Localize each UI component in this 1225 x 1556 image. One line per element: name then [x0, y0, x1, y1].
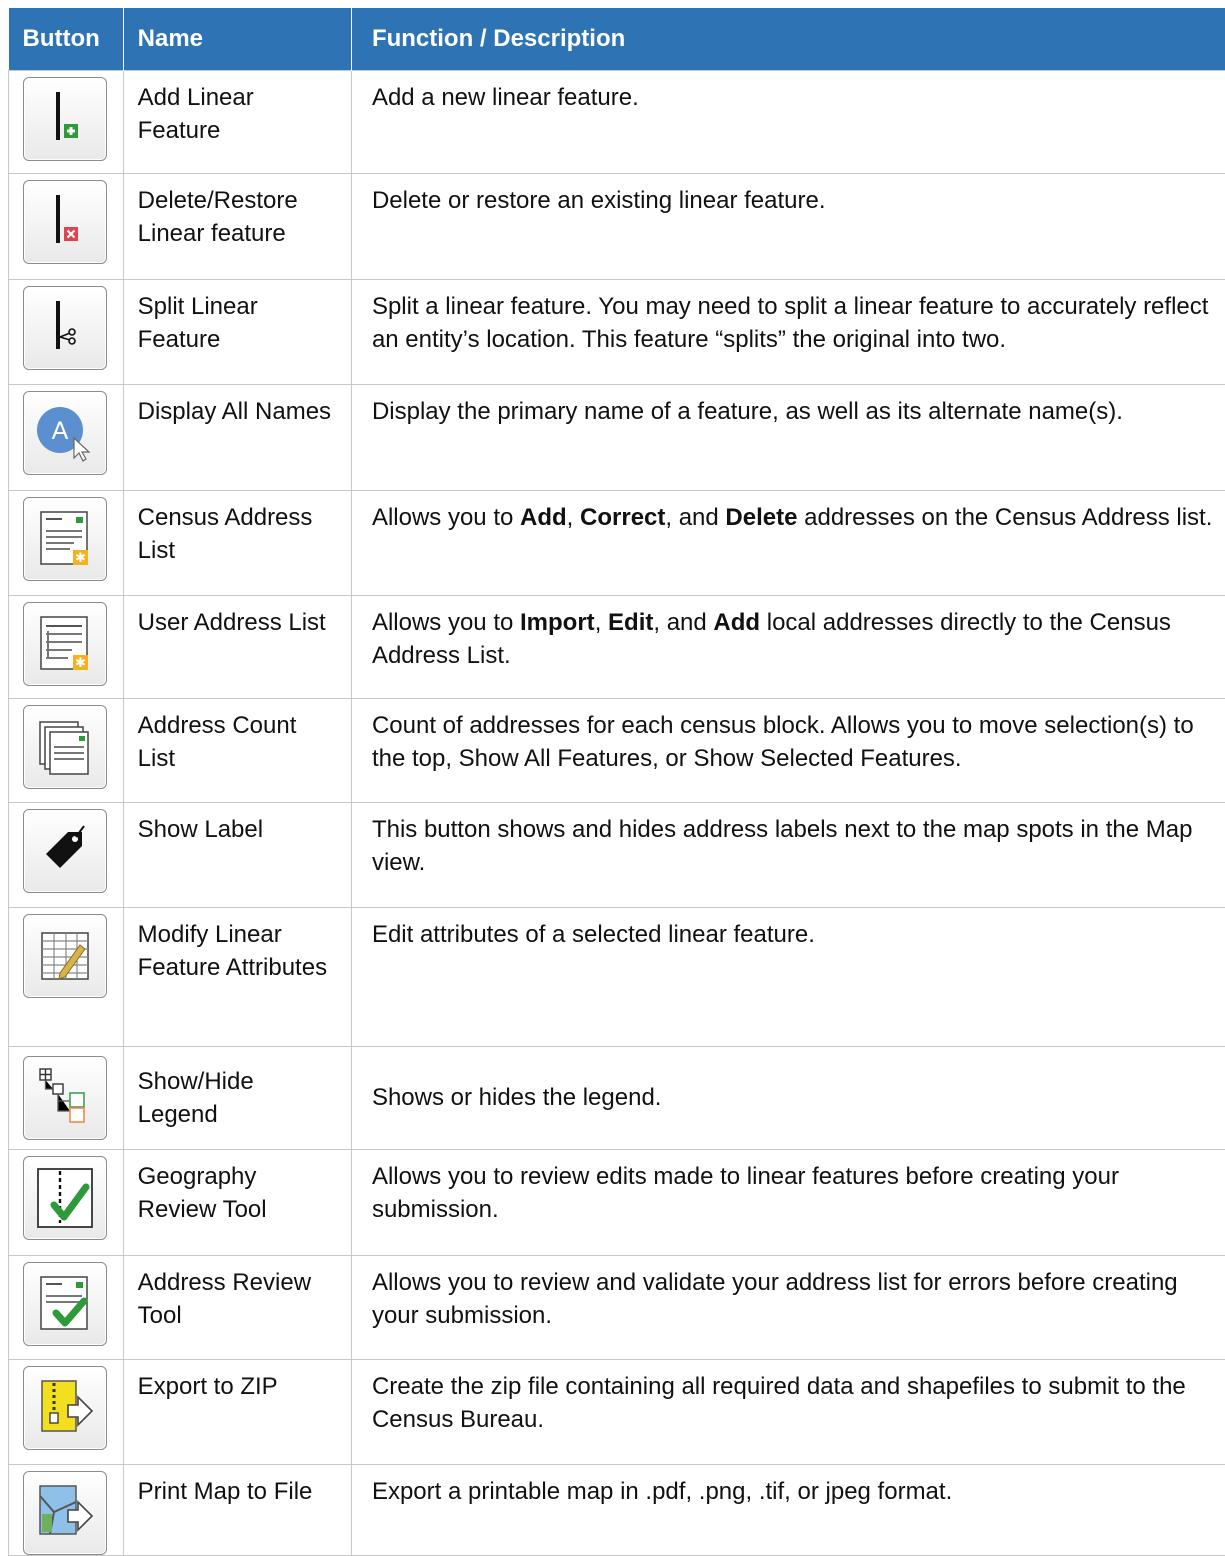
- row-description: Delete or restore an existing linear fea…: [351, 173, 1225, 279]
- row-name: Export to ZIP: [123, 1359, 351, 1464]
- row-name: Show/Hide Legend: [123, 1046, 351, 1149]
- table-row: Show Label This button shows and hides a…: [9, 802, 1225, 907]
- row-name: Display All Names: [123, 384, 351, 490]
- header-function-description: Function / Description: [351, 8, 1225, 70]
- row-description: Edit attributes of a selected linear fea…: [351, 907, 1225, 1046]
- row-name: Geography Review Tool: [123, 1149, 351, 1255]
- address-review-tool-button[interactable]: [23, 1262, 107, 1346]
- tag-icon: [24, 810, 106, 892]
- row-description: This button shows and hides address labe…: [351, 802, 1225, 907]
- row-description: Shows or hides the legend.: [351, 1046, 1225, 1149]
- svg-text:✱: ✱: [75, 656, 86, 671]
- row-name: Add Linear Feature: [123, 70, 351, 173]
- split-linear-feature-icon: [24, 287, 106, 369]
- row-description: Allows you to Add, Correct, and Delete a…: [351, 490, 1225, 595]
- row-description: Split a linear feature. You may need to …: [351, 279, 1225, 384]
- table-header-row: Button Name Function / Description: [9, 8, 1225, 70]
- table-row: Modify Linear Feature Attributes Edit at…: [9, 907, 1225, 1046]
- show-label-button[interactable]: [23, 809, 107, 893]
- toolbar-buttons-table: Button Name Function / Description Add L…: [8, 8, 1225, 1556]
- print-map-to-file-button[interactable]: [23, 1471, 107, 1555]
- add-linear-feature-button[interactable]: [23, 77, 107, 161]
- table-pencil-icon: [24, 915, 106, 997]
- address-count-list-button[interactable]: [23, 705, 107, 789]
- add-linear-feature-icon: [24, 78, 106, 160]
- export-to-zip-button[interactable]: [23, 1366, 107, 1450]
- address-count-list-icon: [24, 706, 106, 788]
- table-row: Delete/Restore Linear feature Delete or …: [9, 173, 1225, 279]
- zip-export-icon: [24, 1367, 106, 1449]
- table-row: Address Review Tool Allows you to review…: [9, 1255, 1225, 1359]
- user-address-list-button[interactable]: ✱: [23, 602, 107, 686]
- delete-restore-linear-feature-button[interactable]: [23, 180, 107, 264]
- delete-linear-feature-icon: [24, 181, 106, 263]
- row-description: Allows you to review edits made to linea…: [351, 1149, 1225, 1255]
- table-row: ✱ Census Address List Allows you to Add,…: [9, 490, 1225, 595]
- row-description: Export a printable map in .pdf, .png, .t…: [351, 1464, 1225, 1555]
- census-address-list-icon: ✱: [24, 498, 106, 580]
- row-name: Print Map to File: [123, 1464, 351, 1555]
- row-name: Address Count List: [123, 698, 351, 802]
- modify-linear-feature-attributes-button[interactable]: [23, 914, 107, 998]
- table-row: Add Linear Feature Add a new linear feat…: [9, 70, 1225, 173]
- svg-text:✱: ✱: [75, 551, 86, 566]
- svg-text:A: A: [52, 417, 69, 445]
- table-row: A Display All Names Display the primary …: [9, 384, 1225, 490]
- row-description: Display the primary name of a feature, a…: [351, 384, 1225, 490]
- display-all-names-button[interactable]: A: [23, 391, 107, 475]
- row-description: Create the zip file containing all requi…: [351, 1359, 1225, 1464]
- legend-icon: [24, 1057, 106, 1139]
- show-hide-legend-button[interactable]: [23, 1056, 107, 1140]
- address-review-icon: [24, 1263, 106, 1345]
- table-row: Split Linear Feature Split a linear feat…: [9, 279, 1225, 384]
- table-row: Address Count List Count of addresses fo…: [9, 698, 1225, 802]
- geography-review-icon: [24, 1157, 106, 1239]
- census-address-list-button[interactable]: ✱: [23, 497, 107, 581]
- row-description: Allows you to review and validate your a…: [351, 1255, 1225, 1359]
- table-row: ✱ User Address List Allows you to Import…: [9, 595, 1225, 698]
- table-row: Show/Hide Legend Shows or hides the lege…: [9, 1046, 1225, 1149]
- user-address-list-icon: ✱: [24, 603, 106, 685]
- row-name: Census Address List: [123, 490, 351, 595]
- split-linear-feature-button[interactable]: [23, 286, 107, 370]
- row-name: Modify Linear Feature Attributes: [123, 907, 351, 1046]
- row-name: User Address List: [123, 595, 351, 698]
- row-name: Delete/Restore Linear feature: [123, 173, 351, 279]
- row-description: Add a new linear feature.: [351, 70, 1225, 173]
- geography-review-tool-button[interactable]: [23, 1156, 107, 1240]
- row-name: Split Linear Feature: [123, 279, 351, 384]
- table-row: Print Map to File Export a printable map…: [9, 1464, 1225, 1555]
- table-row: Export to ZIP Create the zip file contai…: [9, 1359, 1225, 1464]
- display-all-names-icon: A: [24, 392, 106, 474]
- row-description: Allows you to Import, Edit, and Add loca…: [351, 595, 1225, 698]
- print-map-icon: [24, 1472, 106, 1554]
- table-row: Geography Review Tool Allows you to revi…: [9, 1149, 1225, 1255]
- row-description: Count of addresses for each census block…: [351, 698, 1225, 802]
- header-name: Name: [123, 8, 351, 70]
- row-name: Address Review Tool: [123, 1255, 351, 1359]
- row-name: Show Label: [123, 802, 351, 907]
- header-button: Button: [9, 8, 124, 70]
